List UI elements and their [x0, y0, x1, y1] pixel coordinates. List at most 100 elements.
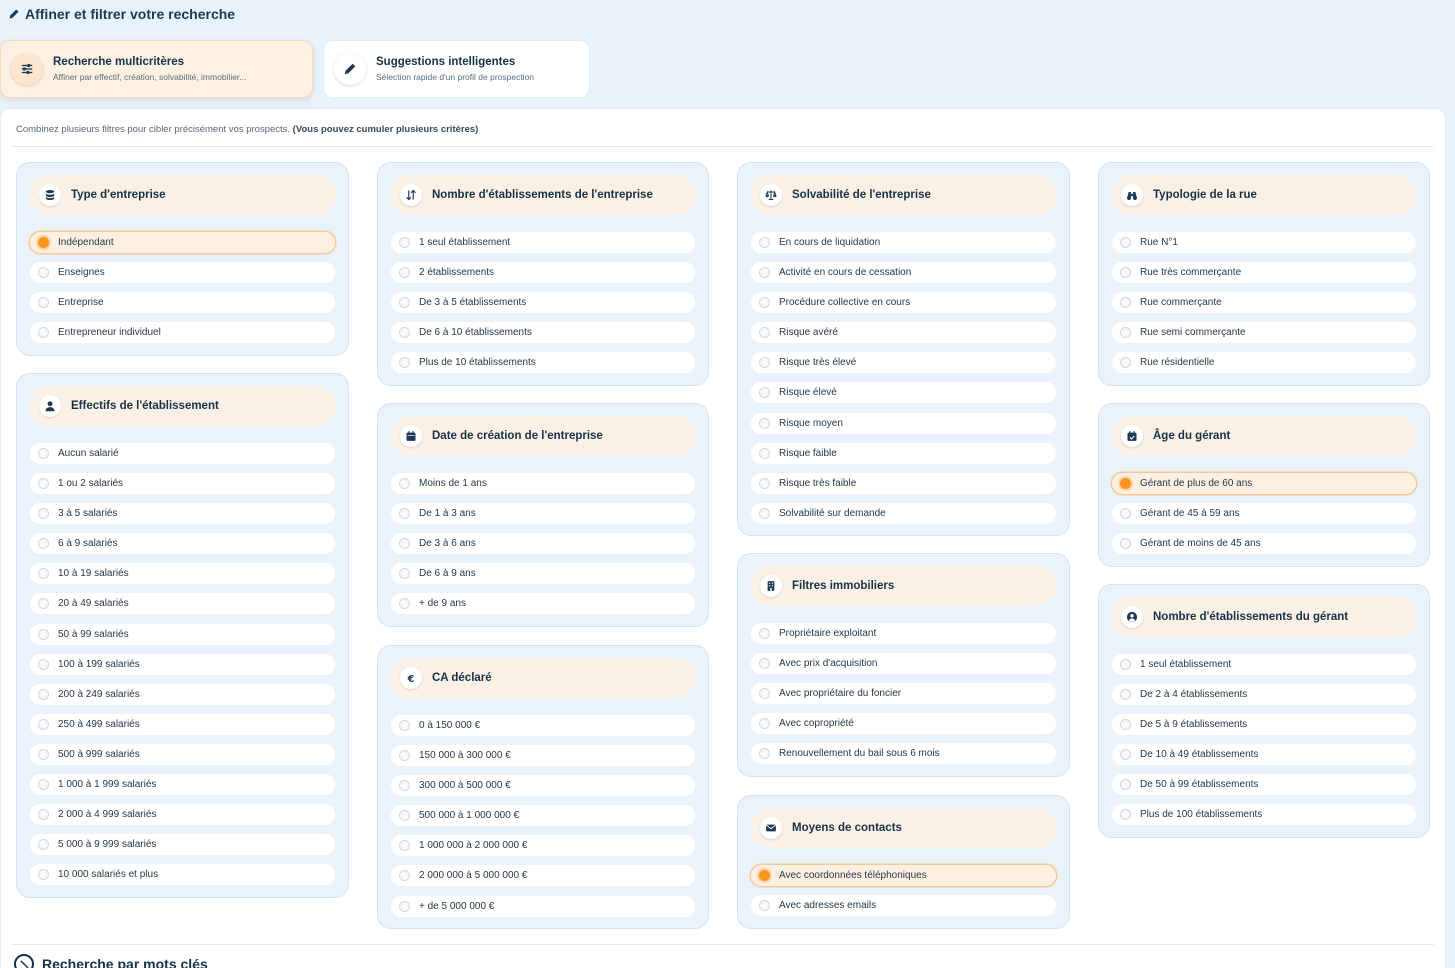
radio-button[interactable] — [1120, 357, 1131, 369]
radio-button[interactable] — [38, 869, 49, 881]
option-de-3-a-5-etablissements[interactable]: De 3 à 5 établissements — [390, 291, 696, 315]
option-risque-eleve[interactable]: Risque élevé — [750, 381, 1057, 405]
radio-button[interactable] — [759, 718, 770, 730]
option-de-6-a-9-ans[interactable]: De 6 à 9 ans — [390, 562, 696, 586]
radio-button[interactable] — [38, 508, 49, 520]
option-1-000-000-a-2-000-000[interactable]: 1 000 000 à 2 000 000 € — [390, 834, 696, 858]
option-independant[interactable]: Indépendant — [29, 231, 336, 254]
option-50-a-99-salaries[interactable]: 50 à 99 salariés — [29, 622, 336, 646]
option-plus-de-10-etablissements[interactable]: Plus de 10 établissements — [390, 351, 696, 375]
option-de-10-a-49-etablissements[interactable]: De 10 à 49 établissements — [1111, 743, 1417, 767]
radio-button[interactable] — [759, 297, 770, 309]
radio-button[interactable] — [399, 720, 410, 731]
option-10-a-19-salaries[interactable]: 10 à 19 salariés — [29, 562, 336, 586]
option-1-000-a-1-999-salaries[interactable]: 1 000 à 1 999 salariés — [29, 773, 336, 797]
radio-button[interactable] — [759, 658, 770, 670]
option-de-3-a-6-ans[interactable]: De 3 à 6 ans — [390, 532, 696, 556]
option-procedure-collective-en-cours[interactable]: Procédure collective en cours — [750, 291, 1057, 315]
option-10-000-salaries-et-plus[interactable]: 10 000 salariés et plus — [29, 863, 336, 887]
option-moins-de-1-ans[interactable]: Moins de 1 ans — [390, 472, 696, 495]
option-1-seul-etablissement[interactable]: 1 seul établissement — [1111, 653, 1417, 676]
radio-button[interactable] — [1120, 538, 1131, 550]
radio-button[interactable] — [399, 538, 410, 550]
option-500-000-a-1-000-000[interactable]: 500 000 à 1 000 000 € — [390, 804, 696, 828]
option-0-a-150-000[interactable]: 0 à 150 000 € — [390, 714, 696, 737]
option-5-000-a-9-999-salaries[interactable]: 5 000 à 9 999 salariés — [29, 833, 336, 857]
tab-suggestions-intelligentes[interactable]: Suggestions intelligentes Sélection rapi… — [323, 40, 590, 98]
option-de-5-a-9-etablissements[interactable]: De 5 à 9 établissements — [1111, 713, 1417, 737]
option-risque-tres-eleve[interactable]: Risque très élevé — [750, 351, 1057, 375]
radio-button[interactable] — [38, 809, 49, 821]
option-risque-faible[interactable]: Risque faible — [750, 441, 1057, 465]
radio-button[interactable] — [399, 508, 410, 520]
option-1-seul-etablissement[interactable]: 1 seul établissement — [390, 231, 696, 254]
radio-button[interactable] — [759, 357, 770, 369]
radio-button[interactable] — [38, 478, 49, 490]
radio-button[interactable] — [759, 327, 770, 339]
option-6-a-9-salaries[interactable]: 6 à 9 salariés — [29, 532, 336, 556]
radio-button[interactable] — [1120, 659, 1131, 670]
radio-button[interactable] — [38, 779, 49, 791]
radio-button[interactable] — [759, 870, 770, 881]
radio-button[interactable] — [399, 598, 410, 610]
option-rue-residentielle[interactable]: Rue résidentielle — [1111, 351, 1417, 375]
radio-button[interactable] — [399, 870, 410, 882]
radio-button[interactable] — [759, 237, 770, 248]
option-100-a-199-salaries[interactable]: 100 à 199 salariés — [29, 652, 336, 676]
option-rue-commercante[interactable]: Rue commerçante — [1111, 291, 1417, 315]
option-avec-proprietaire-du-foncier[interactable]: Avec propriétaire du foncier — [750, 682, 1057, 706]
option-rue-semi-commercante[interactable]: Rue semi commerçante — [1111, 321, 1417, 345]
option-rue-tres-commercante[interactable]: Rue très commerçante — [1111, 261, 1417, 285]
radio-button[interactable] — [38, 658, 49, 670]
tab-recherche-multicriteres[interactable]: Recherche multicritères Affiner par effe… — [0, 40, 313, 98]
option-1-ou-2-salaries[interactable]: 1 ou 2 salariés — [29, 472, 336, 496]
radio-button[interactable] — [1120, 749, 1131, 761]
option-renouvellement-du-bail-sous-6-mois[interactable]: Renouvellement du bail sous 6 mois — [750, 742, 1057, 766]
radio-button[interactable] — [1120, 779, 1131, 791]
radio-button[interactable] — [399, 810, 410, 822]
radio-button[interactable] — [759, 387, 770, 399]
option-avec-coordonnees-telephoniques[interactable]: Avec coordonnées téléphoniques — [750, 864, 1057, 887]
radio-button[interactable] — [1120, 478, 1131, 489]
radio-button[interactable] — [759, 628, 770, 639]
radio-button[interactable] — [399, 267, 410, 279]
radio-button[interactable] — [399, 478, 410, 489]
option-entreprise[interactable]: Entreprise — [29, 291, 336, 315]
option-risque-moyen[interactable]: Risque moyen — [750, 411, 1057, 435]
option-200-a-249-salaries[interactable]: 200 à 249 salariés — [29, 682, 336, 706]
option-de-6-a-10-etablissements[interactable]: De 6 à 10 établissements — [390, 321, 696, 345]
option-2-000-a-4-999-salaries[interactable]: 2 000 à 4 999 salariés — [29, 803, 336, 827]
option-de-9-ans[interactable]: + de 9 ans — [390, 592, 696, 616]
radio-button[interactable] — [759, 447, 770, 459]
option-rue-n-1[interactable]: Rue N°1 — [1111, 231, 1417, 254]
radio-button[interactable] — [759, 417, 770, 429]
radio-button[interactable] — [759, 267, 770, 279]
radio-button[interactable] — [38, 237, 49, 248]
option-en-cours-de-liquidation[interactable]: En cours de liquidation — [750, 231, 1057, 254]
option-avec-adresses-emails[interactable]: Avec adresses emails — [750, 894, 1057, 918]
section-recherche-mots-cles[interactable]: Recherche par mots clés — [14, 954, 208, 968]
option-de-50-a-99-etablissements[interactable]: De 50 à 99 établissements — [1111, 773, 1417, 797]
radio-button[interactable] — [1120, 719, 1131, 731]
option-2-000-000-a-5-000-000[interactable]: 2 000 000 à 5 000 000 € — [390, 864, 696, 888]
option-250-a-499-salaries[interactable]: 250 à 499 salariés — [29, 712, 336, 736]
radio-button[interactable] — [1120, 809, 1131, 821]
radio-button[interactable] — [399, 840, 410, 852]
radio-button[interactable] — [38, 327, 49, 339]
radio-button[interactable] — [399, 750, 410, 762]
radio-button[interactable] — [1120, 327, 1131, 339]
radio-button[interactable] — [38, 598, 49, 610]
radio-button[interactable] — [1120, 297, 1131, 309]
radio-button[interactable] — [399, 900, 410, 912]
radio-button[interactable] — [38, 839, 49, 851]
radio-button[interactable] — [38, 538, 49, 550]
radio-button[interactable] — [38, 688, 49, 700]
option-500-a-999-salaries[interactable]: 500 à 999 salariés — [29, 742, 336, 766]
option-activite-en-cours-de-cessation[interactable]: Activité en cours de cessation — [750, 261, 1057, 285]
option-2-etablissements[interactable]: 2 établissements — [390, 261, 696, 285]
option-de-2-a-4-etablissements[interactable]: De 2 à 4 établissements — [1111, 683, 1417, 707]
option-entrepreneur-individuel[interactable]: Entrepreneur individuel — [29, 321, 336, 345]
radio-button[interactable] — [38, 448, 49, 459]
option-aucun-salarie[interactable]: Aucun salarié — [29, 442, 336, 465]
radio-button[interactable] — [38, 748, 49, 760]
